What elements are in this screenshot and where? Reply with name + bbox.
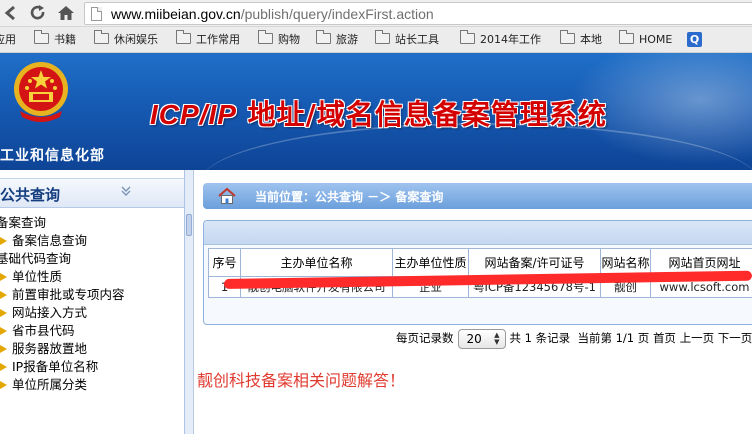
bookmarks-bar: 应用 书籍 休闲娱乐 工作常用 购物 旅游 站长工具 2014年工作 本地 HO… [0,27,752,53]
url-text: www.miibeian.gov.cn/publish/query/indexF… [111,6,434,22]
pagination: 每页记录数 20 ▲ ▼ 共 1 条记录 当前第 1/1 页 首页 上一页 下一页 [396,328,752,349]
col-license-no: 网站备案/许可证号 [468,248,601,277]
sidebar-item-filing-info-query[interactable]: 备案信息查询 [0,232,184,250]
arrow-right-icon [0,363,7,371]
bookmark-webmaster[interactable]: 站长工具 [375,30,439,48]
bookmark-travel[interactable]: 旅游 [316,30,358,48]
sidebar-item-server-location[interactable]: 服务器放置地 [0,340,184,358]
house-icon[interactable] [218,187,236,205]
select-arrows-icon: ▲ ▼ [494,331,500,346]
arrow-right-icon [0,237,7,245]
ministry-name: 工业和信息化部 [0,148,105,164]
bookmark-work[interactable]: 工作常用 [176,30,240,48]
sidebar-item-ip-unit-name[interactable]: IP报备单位名称 [0,358,184,376]
bookmark-home[interactable]: HOME [619,30,672,48]
bookmark-books[interactable]: 书籍 [34,30,76,48]
sidebar-item-filing-query[interactable]: 备案查询 [0,214,184,232]
folder-icon [258,30,273,44]
sidebar-item-unit-nature[interactable]: 单位性质 [0,268,184,286]
next-page-link[interactable]: 下一页 [718,331,752,345]
folder-icon [375,30,390,44]
bookmark-apps[interactable]: 应用 [0,32,16,48]
browser-toolbar: www.miibeian.gov.cn/publish/query/indexF… [0,0,752,27]
arrow-right-icon [0,381,7,389]
col-index: 序号 [208,248,241,277]
panel-header [204,221,752,245]
folder-icon [34,30,49,44]
breadcrumb-text: 当前位置：公共查询 －＞ 备案查询 [255,190,444,204]
arrow-right-icon [0,327,7,335]
folder-icon [460,30,475,44]
arrow-right-icon [0,309,7,317]
folder-icon [176,30,191,44]
sidebar-item-pre-approval[interactable]: 前置审批或专项内容 [0,286,184,304]
national-emblem-icon [14,62,68,122]
bookmark-q[interactable]: Q [687,32,702,48]
folder-icon [316,30,331,44]
bookmark-shopping[interactable]: 购物 [258,30,300,48]
home-icon[interactable] [56,3,76,23]
system-title: ICP/IP 地址/域名信息备案管理系统 [150,98,607,131]
sidebar-splitter[interactable] [185,170,194,434]
chevron-down-icon[interactable] [120,185,132,201]
bookmark-local[interactable]: 本地 [560,30,602,48]
site-banner: 工业和信息化部 ICP/IP 地址/域名信息备案管理系统 [0,53,752,170]
sidebar-header[interactable]: 公共查询 [0,178,184,208]
folder-icon [619,30,634,44]
arrow-right-icon [0,273,7,281]
splitter-grip-handle[interactable] [186,214,192,236]
arrow-right-icon [0,291,7,299]
sidebar-item-base-code-query[interactable]: 基础代码查询 [0,250,184,268]
folder-icon [94,30,109,44]
col-unit-nature: 主办单位性质 [392,248,469,277]
arrow-right-icon [0,345,7,353]
sidebar: 公共查询 备案查询 备案信息查询 基础代码查询 单位性质 前置审批或专项内容 网… [0,170,185,434]
faq-link[interactable]: 靓创科技备案相关问题解答！ [197,367,405,391]
sidebar-item-unit-category[interactable]: 单位所属分类 [0,376,184,394]
sidebar-item-region-code[interactable]: 省市县代码 [0,322,184,340]
sidebar-tree: 备案查询 备案信息查询 基础代码查询 单位性质 前置审批或专项内容 网站接入方式… [0,214,184,394]
q-app-icon: Q [687,32,702,47]
page-icon [91,7,102,21]
back-arrow-icon[interactable] [0,3,20,23]
prev-page-link[interactable]: 上一页 [680,331,715,345]
bookmark-leisure[interactable]: 休闲娱乐 [94,30,158,48]
bookmark-2014-work[interactable]: 2014年工作 [460,30,541,48]
col-unit-name: 主办单位名称 [240,248,393,277]
sidebar-item-access-method[interactable]: 网站接入方式 [0,304,184,322]
folder-icon [560,30,575,44]
per-page-select[interactable]: 20 ▲ ▼ [457,329,506,349]
first-page-link[interactable]: 首页 [653,331,676,345]
address-bar[interactable]: www.miibeian.gov.cn/publish/query/indexF… [84,2,752,25]
reload-icon[interactable] [28,3,48,23]
breadcrumb: 当前位置：公共查询 －＞ 备案查询 [203,183,752,209]
